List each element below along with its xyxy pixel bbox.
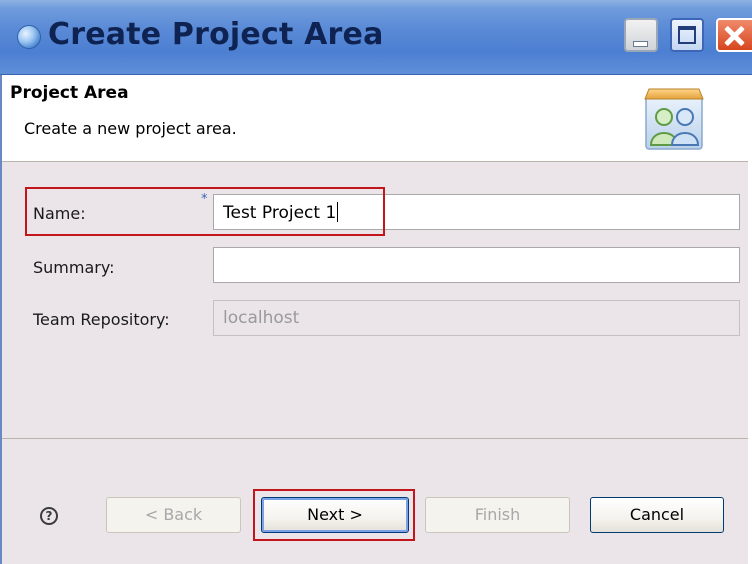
minimize-button[interactable] bbox=[624, 18, 658, 52]
project-area-people-icon bbox=[644, 88, 704, 150]
form-area: Name: * Test Project 1 Summary: Team Rep… bbox=[0, 162, 752, 438]
wizard-header: Project Area Create a new project area. bbox=[0, 75, 752, 162]
page-title: Project Area bbox=[10, 83, 129, 103]
help-icon[interactable]: ? bbox=[40, 507, 58, 525]
finish-button[interactable]: Finish bbox=[425, 497, 570, 533]
maximize-button[interactable] bbox=[670, 18, 704, 52]
next-button[interactable]: Next > bbox=[261, 497, 409, 533]
window-title: Create Project Area bbox=[48, 17, 384, 52]
name-label: Name: bbox=[33, 204, 86, 223]
page-description: Create a new project area. bbox=[24, 119, 237, 138]
text-cursor bbox=[337, 202, 339, 222]
team-repository-label: Team Repository: bbox=[33, 310, 170, 329]
window-right-border bbox=[748, 75, 752, 564]
name-field-value: Test Project 1 bbox=[223, 203, 337, 223]
required-marker: * bbox=[201, 192, 208, 207]
back-button[interactable]: < Back bbox=[106, 497, 241, 533]
button-bar: ? < Back Next > Finish Cancel bbox=[0, 439, 752, 564]
window-left-border bbox=[0, 75, 2, 564]
create-project-area-dialog: Create Project Area Project Area Create … bbox=[0, 0, 752, 564]
cancel-button[interactable]: Cancel bbox=[590, 497, 724, 533]
summary-field[interactable] bbox=[213, 247, 740, 283]
team-repository-field: localhost bbox=[213, 300, 740, 336]
close-button[interactable] bbox=[716, 18, 752, 52]
wizard-globe-icon bbox=[18, 26, 40, 48]
name-field[interactable]: Test Project 1 bbox=[213, 194, 740, 230]
summary-label: Summary: bbox=[33, 258, 115, 277]
title-bar[interactable]: Create Project Area bbox=[0, 0, 752, 75]
